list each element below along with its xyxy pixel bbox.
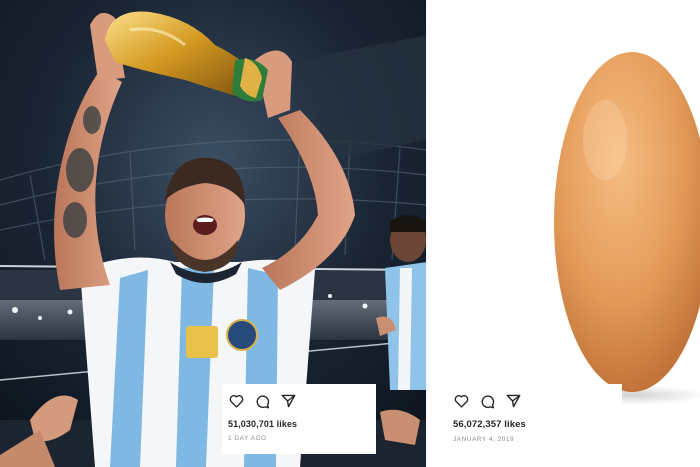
comment-icon[interactable] xyxy=(254,393,271,410)
post-actions xyxy=(228,392,370,410)
post-left: 51,030,701 likes 1 DAY AGO xyxy=(0,0,427,467)
likes-count[interactable]: 56,072,357 likes xyxy=(453,419,616,430)
heart-icon[interactable] xyxy=(453,393,470,410)
post-info-card: 56,072,357 likes JANUARY 4, 2019 xyxy=(447,384,622,454)
likes-count[interactable]: 51,030,701 likes xyxy=(228,419,370,429)
share-icon[interactable] xyxy=(505,393,522,410)
post-right: 56,072,357 likes JANUARY 4, 2019 xyxy=(427,0,700,467)
post-actions xyxy=(453,392,616,410)
heart-icon[interactable] xyxy=(228,393,245,410)
comparison-collage: 51,030,701 likes 1 DAY AGO 56,072,357 li… xyxy=(0,0,700,467)
post-date: JANUARY 4, 2019 xyxy=(453,436,515,443)
post-info-card: 51,030,701 likes 1 DAY AGO xyxy=(222,384,376,454)
share-icon[interactable] xyxy=(280,393,297,410)
comment-icon[interactable] xyxy=(479,393,496,410)
post-date: 1 DAY AGO xyxy=(228,435,267,442)
